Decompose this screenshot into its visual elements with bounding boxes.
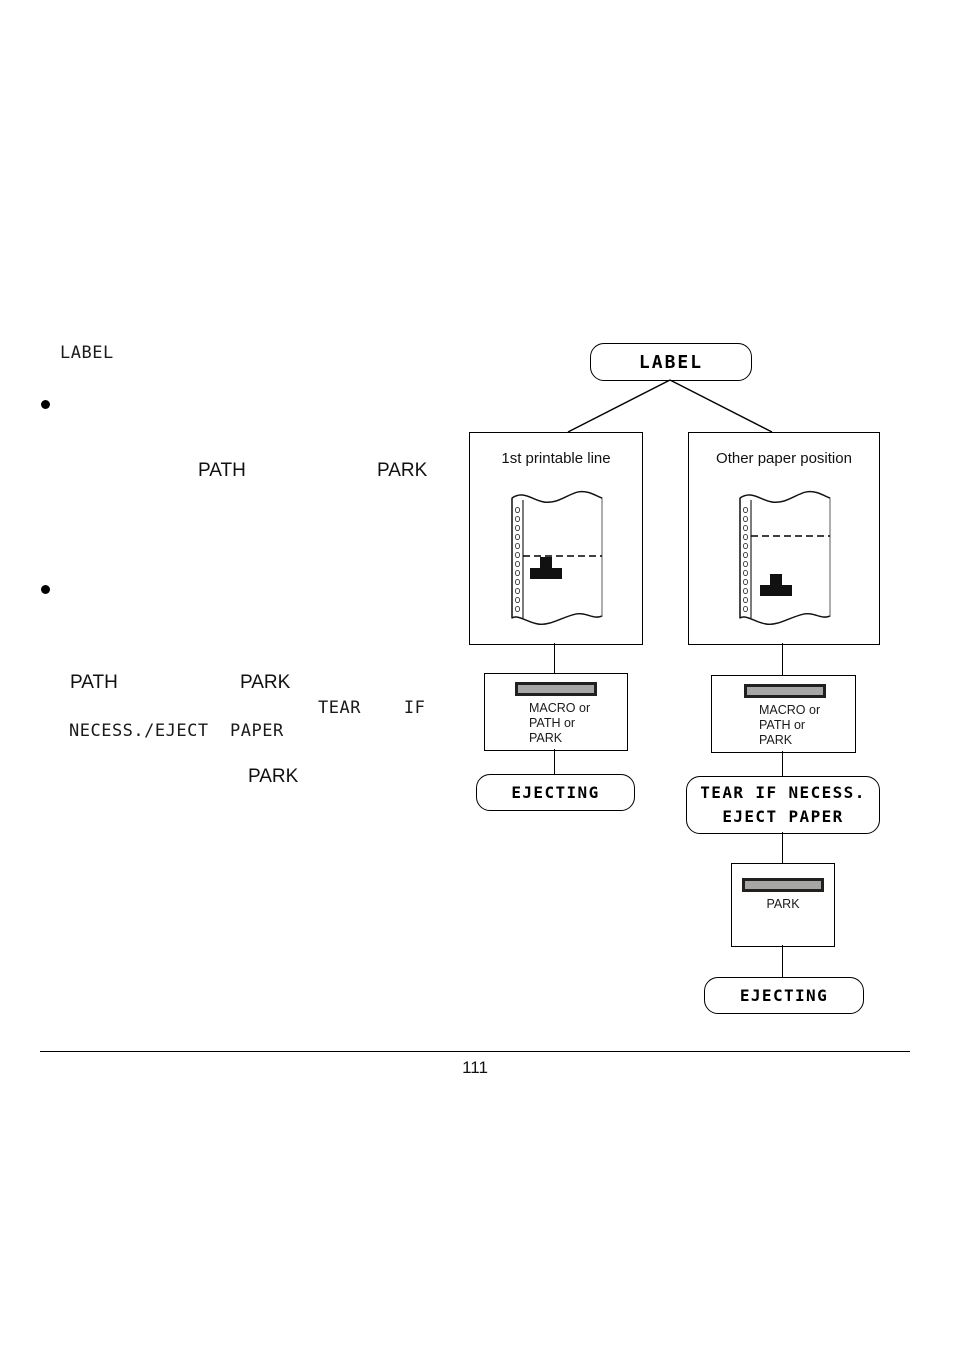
paper-illustration-2: [734, 488, 836, 628]
flow-branch-2-key-panel: MACRO or PATH or PARK: [711, 675, 856, 753]
body-keyword-park-1: PARK: [377, 460, 428, 481]
flow-connector-branch-2-to-panel: [782, 643, 783, 675]
body-keyword-necess-eject-paper: NECESS./EJECT PAPER: [69, 721, 284, 741]
key-button-bar-3[interactable]: [742, 878, 824, 892]
flow-branch-2-title: Other paper position: [716, 450, 852, 467]
flow-branch-2-final-result-box: EJECTING: [704, 977, 864, 1014]
paper-illustration-1: [506, 488, 608, 628]
bullet-point-1: [41, 400, 50, 409]
flow-connector-result-2-to-park-panel: [782, 832, 783, 863]
flow-branch-2-result-line-2: EJECT PAPER: [722, 807, 844, 826]
flow-branch-1-key-label: MACRO or PATH or PARK: [529, 701, 591, 745]
flow-connector-branch-1-to-panel: [554, 643, 555, 673]
key-button-bar-2[interactable]: [744, 684, 826, 698]
body-keyword-tear-if: TEAR IF: [318, 698, 426, 718]
flow-branch-1-key-panel: MACRO or PATH or PARK: [484, 673, 628, 751]
flow-branch-1-title: 1st printable line: [501, 450, 611, 467]
flow-branch-1-result-box: EJECTING: [476, 774, 635, 811]
body-keyword-park-2: PARK: [240, 672, 291, 693]
flow-connector-park-to-result-2: [782, 945, 783, 977]
flow-branch-2-park-key-label: PARK: [766, 897, 800, 911]
page-number: 111: [462, 1058, 488, 1077]
body-keyword-path-1: PATH: [198, 460, 246, 481]
flow-branch-2-result-line-1: TEAR IF NECESS.: [700, 783, 866, 802]
flow-connector-panel-1-to-result: [554, 749, 555, 775]
flow-branch-2-result-box: TEAR IF NECESS. EJECT PAPER: [686, 776, 880, 834]
flow-root-label-box: LABEL: [590, 343, 752, 381]
body-keyword-label: LABEL: [60, 343, 114, 363]
flow-branch-2-key-label: MACRO or PATH or PARK: [759, 703, 821, 747]
footer-divider: [40, 1051, 910, 1052]
key-button-bar-1[interactable]: [515, 682, 597, 696]
body-keyword-path-2: PATH: [70, 672, 118, 693]
flow-branch-1-panel: 1st printable line: [469, 432, 643, 645]
body-keyword-park-3: PARK: [248, 766, 299, 787]
flow-branch-2-park-panel: PARK: [731, 863, 835, 947]
flow-connector-panel-2-to-result: [782, 751, 783, 777]
flow-branch-2-panel: Other paper position: [688, 432, 880, 645]
flow-connector-branch-lines: [540, 378, 810, 434]
manual-page: LABEL PATH PARK PATH PARK TEAR IF NECESS…: [0, 0, 954, 1351]
bullet-point-2: [41, 585, 50, 594]
